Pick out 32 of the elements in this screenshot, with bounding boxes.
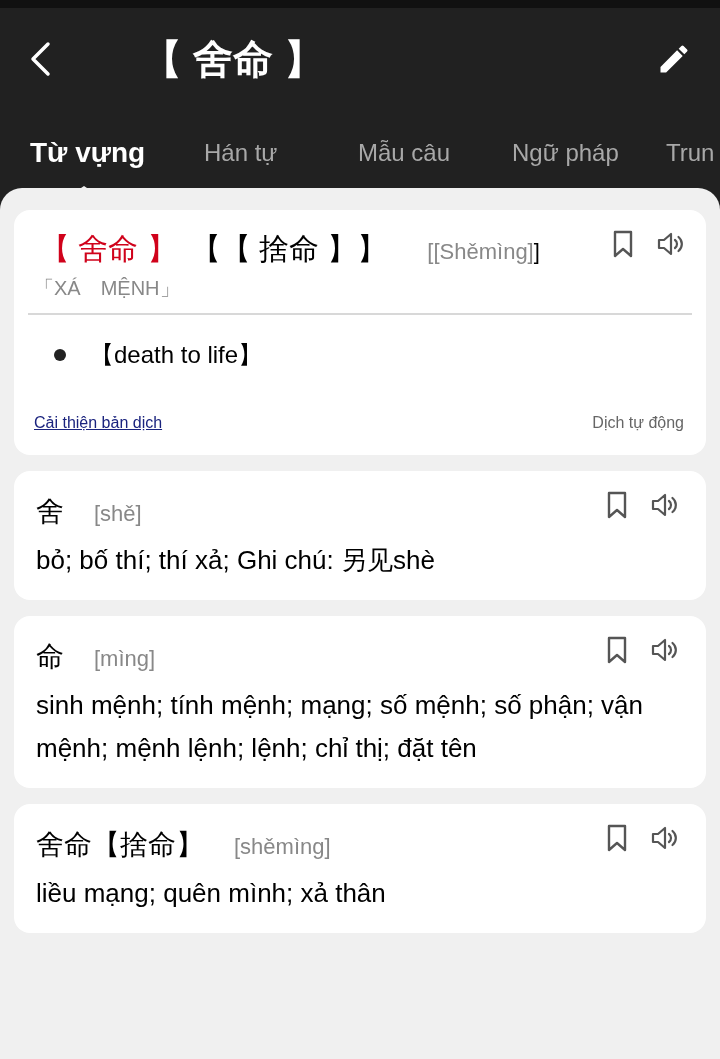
header-title: 【 舍命 】	[142, 36, 325, 83]
tab[interactable]: Hán tự	[184, 132, 278, 171]
word: 舍	[36, 495, 64, 529]
speaker-icon[interactable]	[650, 636, 680, 664]
meaning-text: sinh mệnh; tính mệnh; mạng; số mệnh; số phận; vận mệnh; mệnh lệnh; lệnh; chỉ thị; đặt tên	[36, 689, 645, 765]
pinyin: [shě]	[94, 500, 142, 528]
pinyin: [mìng]	[94, 645, 156, 673]
bookmark-icon[interactable]	[606, 824, 628, 852]
meaning-text: bỏ; bố thí; thí xả; Ghi chú: 另见shè	[36, 544, 436, 577]
bracket: ]	[533, 238, 540, 266]
speaker-icon[interactable]	[650, 491, 680, 519]
headword: 【 舍命 】	[40, 231, 177, 267]
meaning-text: liều mạng; quên mình; xả thân	[36, 877, 387, 910]
bookmark-icon[interactable]	[606, 636, 628, 664]
tab[interactable]: Từ vựng	[30, 132, 146, 174]
tab[interactable]: Ngữ pháp	[492, 132, 619, 171]
tab[interactable]: Mẫu câu	[338, 132, 451, 171]
pinyin: [shěmìng]	[234, 833, 331, 861]
speaker-icon[interactable]	[656, 230, 686, 258]
auto-translate-note: Dịch tự động	[592, 413, 684, 433]
meaning-text: 【death to life】	[90, 340, 263, 370]
word: 命	[36, 640, 64, 674]
word: 舍命【捨命】	[36, 828, 204, 862]
speaker-icon[interactable]	[650, 824, 680, 852]
bookmark-icon[interactable]	[612, 230, 634, 258]
improve-translation-link[interactable]: Cải thiện bản dịch	[34, 411, 163, 435]
han-viet-reading: 「XÁ MỆNH」	[34, 276, 181, 301]
tab[interactable]: Trun	[646, 132, 715, 171]
variant-word: 【【 捨命 】】	[190, 231, 388, 267]
bullet-icon	[54, 349, 66, 361]
pinyin: [[Shěmìng]	[427, 238, 534, 266]
bookmark-icon[interactable]	[606, 491, 628, 519]
